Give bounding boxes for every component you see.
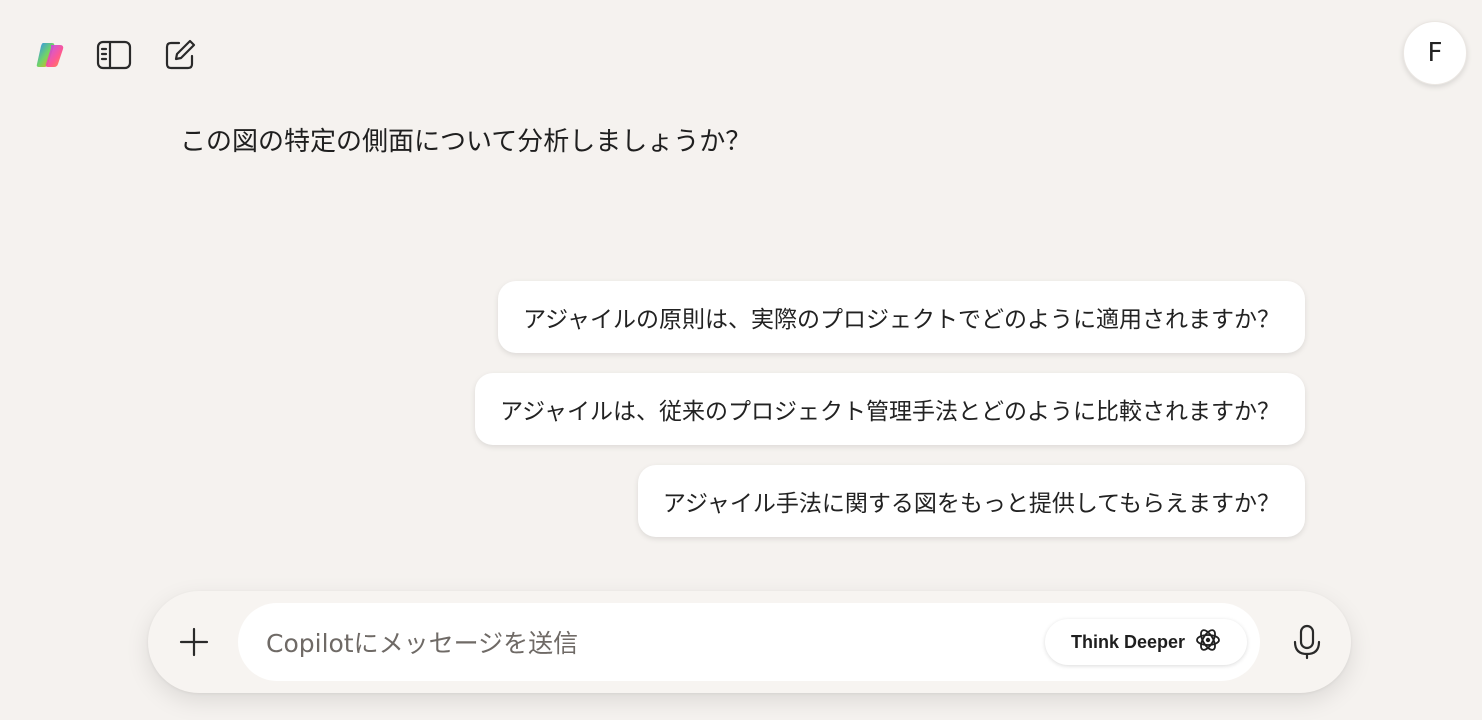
think-deeper-label: Think Deeper <box>1070 631 1186 652</box>
avatar[interactable]: F <box>1403 21 1467 85</box>
think-deeper-icon <box>1195 627 1221 658</box>
suggestion-chip[interactable]: アジャイル手法に関する図をもっと提供してもらえますか？ <box>637 465 1305 537</box>
top-bar: F <box>0 0 1482 110</box>
plus-icon[interactable] <box>170 618 218 666</box>
microphone-icon[interactable] <box>1283 618 1331 666</box>
suggestion-list: アジャイルの原則は、実際のプロジェクトでどのように適用されますか？ アジャイルは… <box>475 281 1305 537</box>
sidebar-toggle-icon[interactable] <box>94 36 134 74</box>
message-input-wrapper: Think Deeper <box>238 603 1260 681</box>
new-chat-icon[interactable] <box>160 36 200 74</box>
think-deeper-button[interactable]: Think Deeper <box>1045 619 1247 665</box>
message-input[interactable] <box>264 617 1028 669</box>
assistant-message: この図の特定の側面について分析しましょうか？ <box>180 127 752 157</box>
suggestion-chip[interactable]: アジャイルの原則は、実際のプロジェクトでどのように適用されますか？ <box>498 281 1305 353</box>
message-composer: Think Deeper <box>148 591 1351 693</box>
suggestion-chip[interactable]: アジャイルは、従来のプロジェクト管理手法とどのように比較されますか？ <box>475 373 1305 445</box>
copilot-logo-icon[interactable] <box>30 36 70 74</box>
